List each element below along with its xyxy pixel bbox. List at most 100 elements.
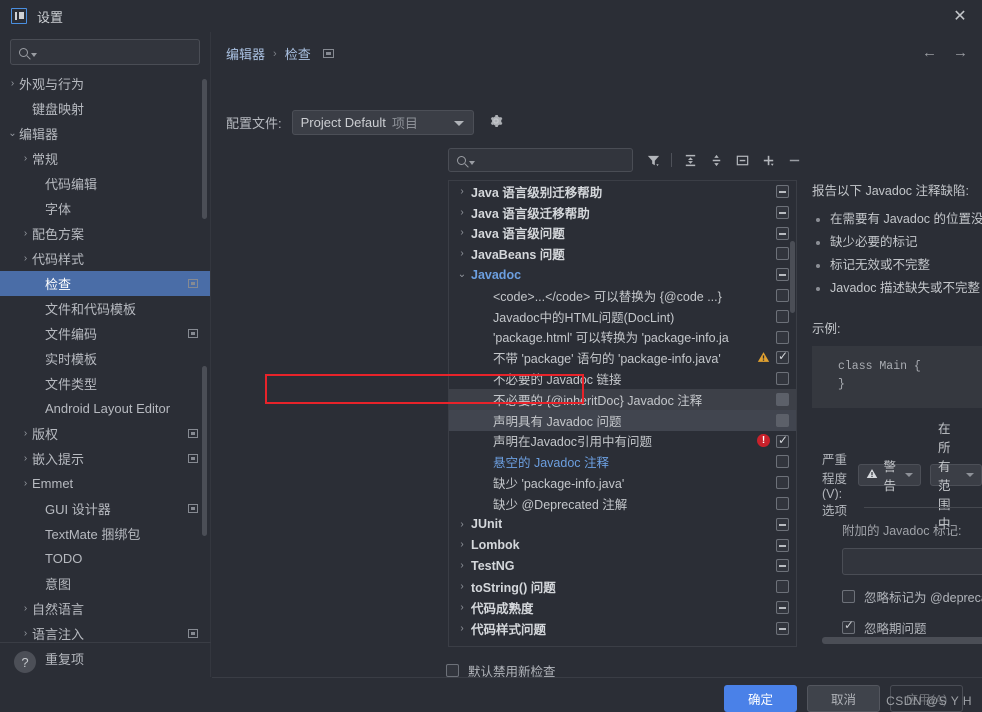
inspection-row-11[interactable]: 声明具有 Javadoc 问题 [449, 409, 796, 431]
chevron-right-icon[interactable]: › [453, 227, 471, 238]
inspection-row-13[interactable]: 悬空的 Javadoc 注释 [449, 451, 796, 472]
options-horizontal-scrollbar[interactable] [822, 637, 982, 644]
inspection-checkbox[interactable] [776, 621, 789, 635]
inspection-tree-scrollbar[interactable] [790, 241, 795, 313]
inspection-row-4[interactable]: ⌄ Javadoc [449, 264, 796, 285]
inspection-row-16[interactable]: › JUnit [449, 514, 796, 535]
inspection-row-15[interactable]: 缺少 @Deprecated 注解 [449, 493, 796, 514]
inspection-row-10[interactable]: 不必要的 {@inheritDoc} Javadoc 注释 [449, 388, 796, 410]
inspection-checkbox[interactable] [776, 372, 789, 386]
sidebar-item-9[interactable]: 文件和代码模板 [0, 296, 210, 321]
sidebar-item-2[interactable]: ⌄ 编辑器 [0, 121, 210, 146]
inspection-checkbox[interactable] [776, 476, 789, 490]
chevron-right-icon[interactable]: › [453, 207, 471, 218]
inspection-checkbox[interactable] [776, 580, 789, 594]
breadcrumb-parent[interactable]: 编辑器 [226, 44, 265, 63]
chevron-right-icon[interactable]: › [19, 428, 32, 439]
remove-icon[interactable] [783, 149, 805, 171]
inspection-checkbox[interactable] [776, 455, 789, 469]
inspection-row-12[interactable]: 声明在Javadoc引用中有问题! [449, 431, 796, 452]
sidebar-item-15[interactable]: › 嵌入提示 [0, 446, 210, 471]
sidebar-item-10[interactable]: 文件编码 [0, 321, 210, 346]
chevron-right-icon[interactable]: › [6, 78, 19, 89]
chevron-right-icon[interactable]: › [453, 248, 471, 259]
ignore-period-checkbox[interactable]: 忽略期问题 [842, 618, 982, 637]
inspection-row-9[interactable]: 不必要的 Javadoc 链接 [449, 368, 796, 389]
breadcrumb-current[interactable]: 检查 [285, 44, 311, 63]
inspection-row-2[interactable]: › Java 语言级问题 [449, 223, 796, 244]
sidebar-item-13[interactable]: Android Layout Editor [0, 396, 210, 421]
sidebar-item-5[interactable]: 字体 [0, 196, 210, 221]
expand-all-icon[interactable] [679, 149, 701, 171]
sidebar-item-17[interactable]: GUI 设计器 [0, 496, 210, 521]
inspection-checkbox[interactable] [776, 185, 789, 198]
chevron-right-icon[interactable]: › [453, 560, 471, 571]
inspection-checkbox[interactable] [776, 517, 789, 531]
inspection-checkbox[interactable] [776, 600, 789, 614]
inspection-checkbox[interactable] [776, 496, 789, 510]
scope-select[interactable]: 在所有范围中 [929, 422, 982, 531]
inspection-row-19[interactable]: › toString() 问题 [449, 576, 796, 597]
sidebar-item-6[interactable]: › 配色方案 [0, 221, 210, 246]
inspection-row-14[interactable]: 缺少 'package-info.java' [449, 472, 796, 493]
chevron-right-icon[interactable]: › [453, 602, 471, 613]
inspection-checkbox[interactable] [776, 349, 789, 365]
sidebar-item-11[interactable]: 实时模板 [0, 346, 210, 371]
sidebar-item-21[interactable]: › 自然语言 [0, 596, 210, 621]
inspection-checkbox[interactable] [776, 330, 789, 344]
inspection-checkbox[interactable] [776, 538, 789, 552]
sidebar-item-20[interactable]: 意图 [0, 571, 210, 596]
inspection-row-8[interactable]: 不带 'package' 语句的 'package-info.java' [449, 347, 796, 368]
sidebar-item-19[interactable]: TODO [0, 546, 210, 571]
inspection-checkbox[interactable] [776, 433, 789, 448]
sidebar-item-18[interactable]: TextMate 捆绑包 [0, 521, 210, 546]
severity-select[interactable]: 警告 [858, 460, 921, 493]
chevron-right-icon[interactable]: › [19, 153, 32, 164]
chevron-right-icon[interactable]: › [19, 628, 32, 639]
chevron-right-icon[interactable]: › [453, 539, 471, 550]
inspection-row-0[interactable]: › Java 语言级别迁移帮助 [449, 181, 796, 202]
inspection-checkbox[interactable] [776, 268, 789, 282]
sidebar-item-14[interactable]: › 版权 [0, 421, 210, 446]
inspection-search-input[interactable] [448, 148, 633, 172]
chevron-right-icon[interactable]: › [19, 253, 32, 264]
add-icon[interactable] [757, 149, 779, 171]
collapse-all-icon[interactable] [705, 149, 727, 171]
chevron-right-icon[interactable]: › [453, 186, 471, 197]
inspection-row-18[interactable]: › TestNG [449, 555, 796, 576]
back-arrow-icon[interactable]: ← [922, 44, 937, 61]
help-button[interactable]: ? [14, 651, 36, 673]
inspection-row-21[interactable]: › 代码样式问题 [449, 618, 796, 639]
sidebar-item-12[interactable]: 文件类型 [0, 371, 210, 396]
chevron-right-icon[interactable]: › [453, 519, 471, 530]
sidebar-item-16[interactable]: › Emmet [0, 471, 210, 496]
reset-icon[interactable] [731, 149, 753, 171]
ok-button[interactable]: 确定 [724, 685, 797, 712]
sidebar-scrollbar[interactable] [202, 79, 207, 219]
close-icon[interactable]: ✕ [938, 0, 982, 32]
sidebar-item-8[interactable]: 检查 [0, 271, 210, 296]
forward-arrow-icon[interactable]: → [953, 44, 968, 61]
chevron-right-icon[interactable]: › [19, 603, 32, 614]
inspection-row-6[interactable]: Javadoc中的HTML问题(DocLint) [449, 306, 796, 327]
additional-tags-input[interactable] [842, 548, 982, 575]
chevron-down-icon[interactable]: ⌄ [6, 128, 19, 139]
sidebar-item-3[interactable]: › 常规 [0, 146, 210, 171]
inspection-checkbox[interactable] [776, 559, 789, 573]
inspection-checkbox[interactable] [776, 205, 789, 219]
chevron-right-icon[interactable]: › [19, 478, 32, 489]
filter-icon[interactable] [642, 149, 664, 171]
ignore-deprecated-checkbox[interactable]: 忽略标记为 @deprecated 的元素 [842, 587, 982, 606]
inspection-row-3[interactable]: › JavaBeans 问题 [449, 243, 796, 264]
chevron-right-icon[interactable]: › [453, 623, 471, 634]
inspection-row-1[interactable]: › Java 语言级迁移帮助 [449, 202, 796, 223]
inspection-row-5[interactable]: <code>...</code> 可以替换为 {@code ...} [449, 285, 796, 306]
chevron-right-icon[interactable]: › [453, 581, 471, 592]
inspection-row-20[interactable]: › 代码成熟度 [449, 597, 796, 618]
inspection-row-17[interactable]: › Lombok [449, 535, 796, 556]
sidebar-item-1[interactable]: 键盘映射 [0, 96, 210, 121]
inspection-checkbox[interactable] [776, 309, 789, 323]
chevron-down-icon[interactable]: ⌄ [453, 269, 471, 280]
inspection-checkbox[interactable] [776, 392, 789, 406]
sidebar-search-input[interactable] [10, 39, 200, 65]
